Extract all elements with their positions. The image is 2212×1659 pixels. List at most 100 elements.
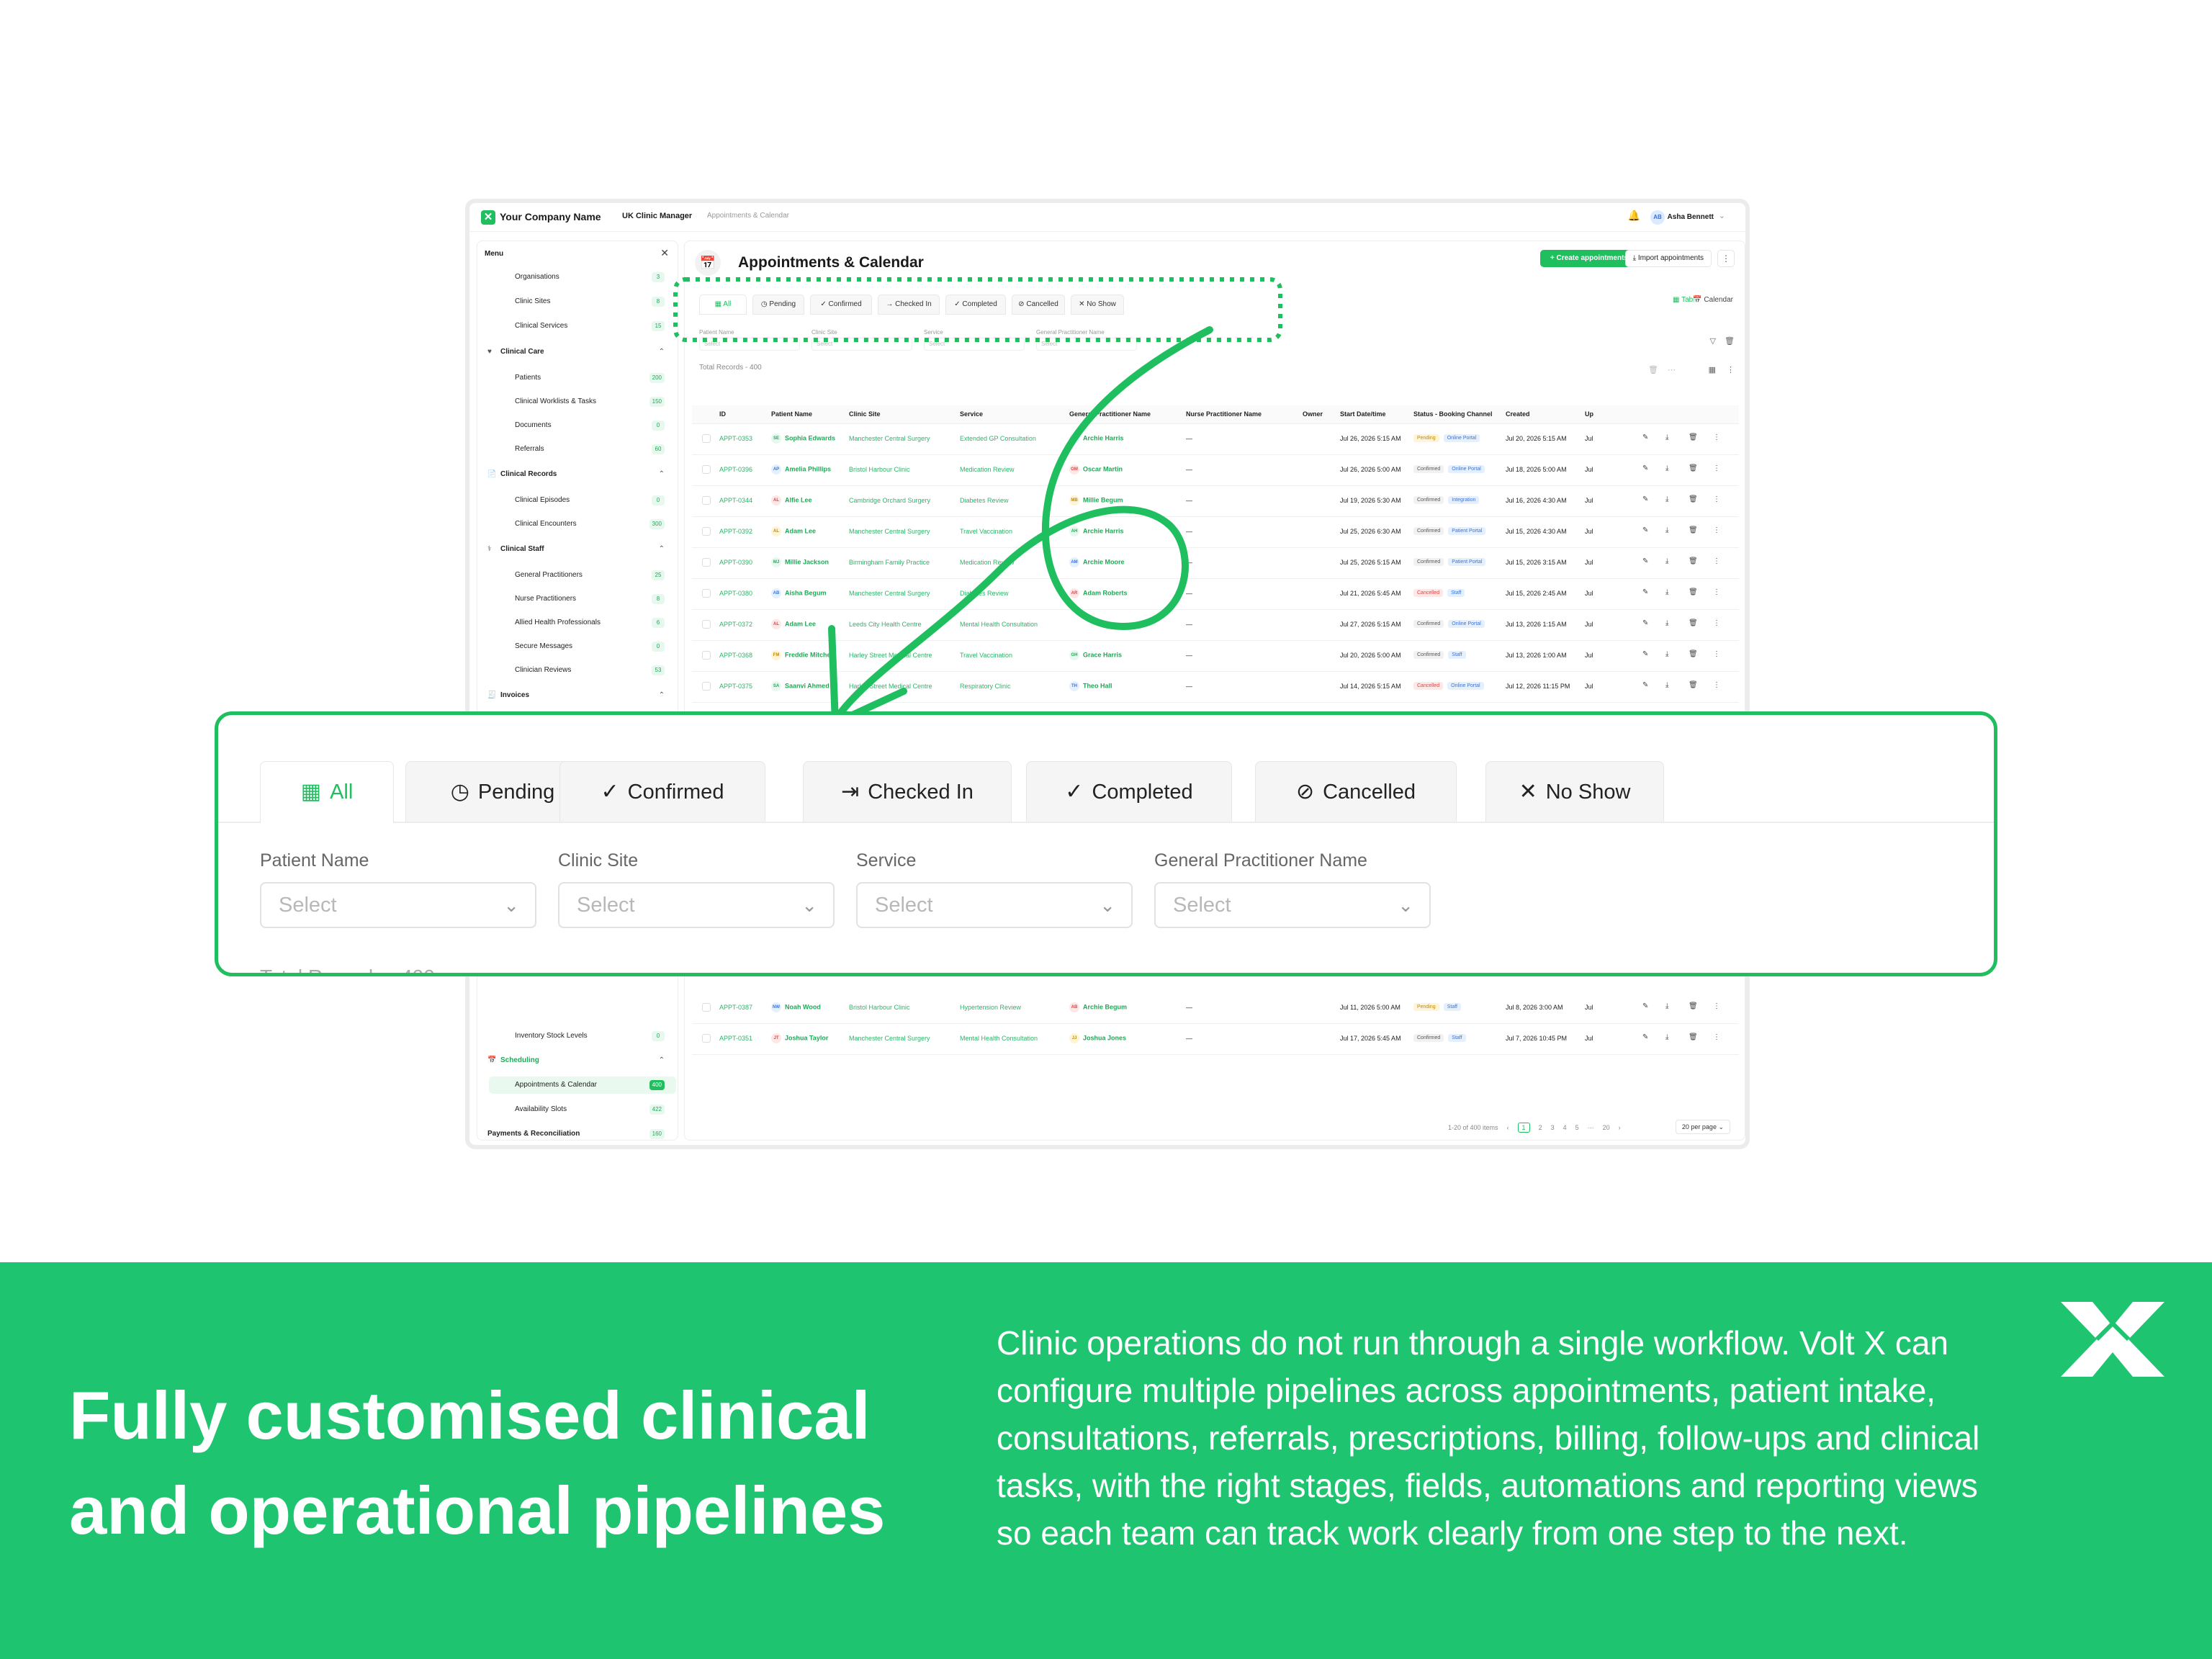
gp-name[interactable]: Oscar Martin bbox=[1083, 465, 1123, 472]
filter-select[interactable]: Select ⌄ bbox=[260, 882, 536, 928]
chevron-down-icon[interactable]: ⌄ bbox=[1719, 211, 1725, 220]
filter-select[interactable]: Select bbox=[811, 338, 912, 351]
create-appointments-button[interactable]: + Create appointments bbox=[1539, 250, 1638, 267]
appointment-id[interactable]: APPT-0353 bbox=[719, 435, 752, 442]
page-number[interactable]: 5 bbox=[1575, 1124, 1579, 1131]
row-checkbox[interactable] bbox=[702, 1003, 711, 1012]
edit-icon[interactable]: ✎ bbox=[1642, 557, 1648, 565]
sidebar-item-slots[interactable]: Availability Slots 422 bbox=[515, 1101, 665, 1118]
notification-bell-icon[interactable]: 🔔 bbox=[1628, 210, 1640, 222]
service[interactable]: Travel Vaccination bbox=[960, 528, 1012, 535]
edit-icon[interactable]: ✎ bbox=[1642, 433, 1648, 441]
appointment-id[interactable]: APPT-0396 bbox=[719, 466, 752, 473]
more-options-icon[interactable]: ⋮ bbox=[1713, 619, 1720, 627]
table-row[interactable]: APPT-0390 MJ Millie Jackson Birmingham Fami… bbox=[692, 548, 1739, 579]
edit-icon[interactable]: ✎ bbox=[1642, 1033, 1648, 1041]
clinic-site[interactable]: Manchester Central Surgery bbox=[849, 1035, 930, 1042]
user-name[interactable]: Asha Bennett bbox=[1668, 213, 1714, 221]
patient-name[interactable]: Sophia Edwards bbox=[785, 434, 835, 441]
gp-name[interactable]: Archie Harris bbox=[1083, 434, 1124, 441]
sidebar-item[interactable]: Secure Messages 0 bbox=[515, 638, 665, 655]
gp-cell[interactable]: TH Theo Hall bbox=[1069, 681, 1112, 691]
gp-cell[interactable]: AR Adam Roberts bbox=[1069, 588, 1128, 598]
sidebar-item-appointments[interactable]: Appointments & Calendar 400 bbox=[489, 1076, 676, 1094]
breadcrumb[interactable]: Appointments & Calendar bbox=[707, 212, 789, 220]
download-icon[interactable]: ⤓ bbox=[1665, 1002, 1668, 1010]
trash-icon[interactable]: 🗑 bbox=[1689, 650, 1698, 658]
service[interactable]: Medication Review bbox=[960, 466, 1015, 473]
filter-select[interactable]: Select bbox=[924, 338, 1025, 351]
column-header[interactable]: Up bbox=[1585, 410, 1593, 418]
service[interactable]: Travel Vaccination bbox=[960, 652, 1012, 659]
download-icon[interactable]: ⤓ bbox=[1665, 681, 1668, 689]
column-header[interactable]: Clinic Site bbox=[849, 410, 881, 418]
column-header[interactable]: Nurse Practitioner Name bbox=[1186, 410, 1262, 418]
gp-cell[interactable]: AH Archie Harris bbox=[1069, 526, 1124, 536]
more-options-icon[interactable]: ⋮ bbox=[1713, 650, 1720, 658]
appointment-id[interactable]: APPT-0368 bbox=[719, 652, 752, 659]
more-options-icon[interactable]: ⋮ bbox=[1713, 1002, 1720, 1010]
trash-icon[interactable]: 🗑 bbox=[1689, 495, 1698, 503]
filter-select[interactable]: Select ⌄ bbox=[558, 882, 835, 928]
chevron-up-icon[interactable]: ⌃ bbox=[659, 687, 665, 704]
gp-cell[interactable]: JJ Joshua Jones bbox=[1069, 1033, 1126, 1043]
more-options-icon[interactable]: ⋮ bbox=[1713, 557, 1720, 565]
table-row[interactable]: APPT-0392 AL Adam Lee Manchester Central Su… bbox=[692, 517, 1739, 548]
clinic-site[interactable]: Manchester Central Surgery bbox=[849, 528, 930, 535]
sidebar-item-inventory[interactable]: Inventory Stock Levels 0 bbox=[515, 1028, 665, 1045]
filter-icon[interactable]: ▽ bbox=[1710, 336, 1716, 346]
table-row[interactable]: APPT-0368 FM Freddie Mitchell Harley Street… bbox=[692, 641, 1739, 672]
chevron-right-icon[interactable]: › bbox=[1619, 1124, 1621, 1131]
patient-cell[interactable]: AB Aisha Begum bbox=[771, 588, 827, 598]
gp-cell[interactable]: AM Archie Moore bbox=[1069, 557, 1125, 567]
trash-icon[interactable]: 🗑 bbox=[1689, 588, 1698, 596]
clinic-site[interactable]: Cambridge Orchard Surgery bbox=[849, 497, 930, 504]
patient-name[interactable]: Amelia Phillips bbox=[785, 465, 831, 472]
sidebar-item[interactable]: Organisations 3 bbox=[515, 269, 665, 286]
trash-icon[interactable]: 🗑 bbox=[1689, 464, 1698, 472]
row-checkbox[interactable] bbox=[702, 434, 711, 443]
service[interactable]: Respiratory Clinic bbox=[960, 683, 1011, 690]
more-horizontal-icon[interactable]: ⋯ bbox=[1668, 365, 1676, 374]
table-row[interactable]: APPT-0375 SA Saanvi Ahmed Harley Street Med… bbox=[692, 672, 1739, 703]
tab-cancelled[interactable]: ⊘ Cancelled bbox=[1012, 295, 1065, 315]
gp-name[interactable]: Grace Harris bbox=[1083, 651, 1122, 658]
edit-icon[interactable]: ✎ bbox=[1642, 650, 1648, 658]
gp-name[interactable]: Archie Harris bbox=[1083, 527, 1124, 534]
patient-name[interactable]: Alfie Lee bbox=[785, 496, 812, 503]
download-icon[interactable]: ⤓ bbox=[1665, 464, 1668, 472]
trash-disabled-icon[interactable]: 🗑 bbox=[1648, 365, 1658, 374]
more-options-icon[interactable]: ⋮ bbox=[1713, 495, 1720, 503]
trash-icon[interactable]: 🗑 bbox=[1689, 433, 1698, 441]
column-header[interactable]: Service bbox=[960, 410, 983, 418]
download-icon[interactable]: ⤓ bbox=[1665, 588, 1668, 596]
filter-select[interactable]: Select ⌄ bbox=[856, 882, 1133, 928]
clinic-site[interactable]: Harley Street Medical Centre bbox=[849, 683, 932, 690]
big-tab-cancelled[interactable]: ⊘ Cancelled bbox=[1255, 761, 1457, 822]
table-row[interactable]: APPT-0351 JT Joshua Taylor Manchester Centr… bbox=[692, 1024, 1739, 1055]
table-row[interactable]: APPT-0387 NW Noah Wood Bristol Harbour Clin… bbox=[692, 993, 1739, 1024]
table-row[interactable]: APPT-0372 AL Adam Lee Leeds City Health Cen… bbox=[692, 610, 1739, 641]
patient-name[interactable]: Saanvi Ahmed bbox=[785, 682, 830, 689]
big-tab-completed[interactable]: ✓ Completed bbox=[1026, 761, 1232, 822]
clinic-site[interactable]: Bristol Harbour Clinic bbox=[849, 466, 910, 473]
row-checkbox[interactable] bbox=[702, 496, 711, 505]
row-checkbox[interactable] bbox=[702, 589, 711, 598]
appointment-id[interactable]: APPT-0380 bbox=[719, 590, 752, 597]
chevron-up-icon[interactable]: ⌃ bbox=[659, 541, 665, 558]
row-checkbox[interactable] bbox=[702, 1034, 711, 1043]
sidebar-item[interactable]: Clinical Episodes 0 bbox=[515, 492, 665, 509]
row-checkbox[interactable] bbox=[702, 620, 711, 629]
column-header[interactable]: Status - Booking Channel bbox=[1413, 410, 1493, 418]
service[interactable]: Diabetes Review bbox=[960, 590, 1009, 597]
table-row[interactable]: APPT-0344 AL Alfie Lee Cambridge Orchard Su… bbox=[692, 486, 1739, 517]
big-tab-confirmed[interactable]: ✓ Confirmed bbox=[559, 761, 765, 822]
product-name[interactable]: UK Clinic Manager bbox=[622, 212, 692, 220]
service[interactable]: Mental Health Consultation bbox=[960, 1035, 1038, 1042]
patient-cell[interactable]: AL Adam Lee bbox=[771, 526, 816, 536]
gp-name[interactable]: Adam Roberts bbox=[1083, 589, 1128, 596]
column-header[interactable]: Created bbox=[1506, 410, 1530, 418]
chevron-up-icon[interactable]: ⌃ bbox=[659, 1052, 665, 1069]
gp-name[interactable]: Archie Begum bbox=[1083, 1003, 1127, 1010]
sidebar-section-scheduling[interactable]: 📅 Scheduling ⌃ bbox=[487, 1052, 665, 1069]
